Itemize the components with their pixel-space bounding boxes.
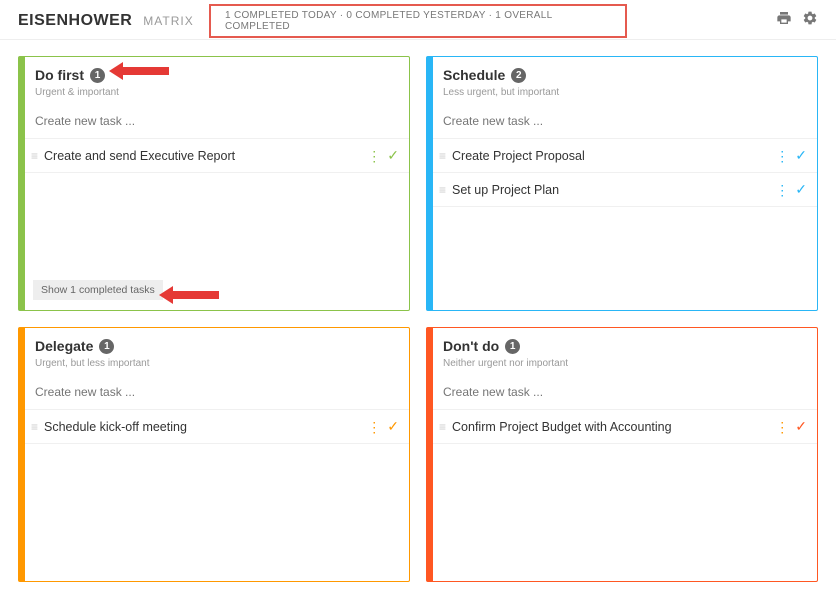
task-count-badge: 1	[505, 339, 520, 354]
task-text: Confirm Project Budget with Accounting	[452, 420, 767, 434]
drag-handle-icon[interactable]: ≡	[439, 149, 444, 163]
task-text: Set up Project Plan	[452, 183, 767, 197]
task-list: ≡ Create and send Executive Report ⋮ ✓	[19, 138, 409, 173]
brand-strong: EISENHOWER	[18, 12, 132, 29]
app-header: EISENHOWER MATRIX 1 COMPLETED TODAY · 0 …	[0, 0, 836, 40]
header-actions	[776, 10, 818, 31]
task-menu-icon[interactable]: ⋮	[775, 183, 789, 197]
annotation-arrow-icon	[159, 286, 219, 304]
task-menu-icon[interactable]: ⋮	[367, 149, 381, 163]
task-row[interactable]: ≡ Confirm Project Budget with Accounting…	[427, 409, 817, 444]
quadrant-header: Do first 1 Urgent & important	[19, 57, 409, 104]
quadrant-title: Delegate 1	[35, 338, 114, 354]
task-complete-icon[interactable]: ✓	[795, 418, 807, 435]
task-row[interactable]: ≡ Set up Project Plan ⋮ ✓	[427, 172, 817, 207]
quadrant-header: Schedule 2 Less urgent, but important	[427, 57, 817, 104]
quadrant-title: Don't do 1	[443, 338, 520, 354]
new-task-input[interactable]	[427, 104, 817, 138]
task-list: ≡ Create Project Proposal ⋮ ✓ ≡ Set up P…	[427, 138, 817, 207]
quadrant-schedule: Schedule 2 Less urgent, but important ≡ …	[426, 56, 818, 311]
show-completed-button[interactable]: Show 1 completed tasks	[33, 280, 163, 300]
quadrant-header: Don't do 1 Neither urgent nor important	[427, 328, 817, 375]
matrix-grid: Do first 1 Urgent & important ≡ Create a…	[0, 40, 836, 598]
task-actions: ⋮ ✓	[775, 147, 807, 164]
task-actions: ⋮ ✓	[775, 418, 807, 435]
quadrant-do-first: Do first 1 Urgent & important ≡ Create a…	[18, 56, 410, 311]
task-list: ≡ Schedule kick-off meeting ⋮ ✓	[19, 409, 409, 444]
quadrant-subtitle: Less urgent, but important	[443, 87, 803, 98]
drag-handle-icon[interactable]: ≡	[31, 420, 36, 434]
annotation-arrow-icon	[109, 62, 169, 80]
task-row[interactable]: ≡ Schedule kick-off meeting ⋮ ✓	[19, 409, 409, 444]
task-complete-icon[interactable]: ✓	[387, 147, 399, 164]
task-text: Schedule kick-off meeting	[44, 420, 359, 434]
task-menu-icon[interactable]: ⋮	[775, 149, 789, 163]
quadrant-title-text: Don't do	[443, 338, 499, 354]
task-text: Create and send Executive Report	[44, 149, 359, 163]
task-count-badge: 1	[99, 339, 114, 354]
drag-handle-icon[interactable]: ≡	[439, 183, 444, 197]
completion-stats: 1 COMPLETED TODAY · 0 COMPLETED YESTERDA…	[209, 4, 627, 38]
quadrant-subtitle: Neither urgent nor important	[443, 358, 803, 369]
drag-handle-icon[interactable]: ≡	[439, 420, 444, 434]
quadrant-title-text: Delegate	[35, 338, 93, 354]
task-actions: ⋮ ✓	[367, 418, 399, 435]
print-icon[interactable]	[776, 10, 792, 31]
task-text: Create Project Proposal	[452, 149, 767, 163]
settings-icon[interactable]	[802, 10, 818, 31]
new-task-input[interactable]	[427, 375, 817, 409]
new-task-input[interactable]	[19, 104, 409, 138]
quadrant-title-text: Do first	[35, 67, 84, 83]
brand-sub: MATRIX	[143, 14, 193, 28]
quadrant-header: Delegate 1 Urgent, but less important	[19, 328, 409, 375]
new-task-input[interactable]	[19, 375, 409, 409]
quadrant-subtitle: Urgent, but less important	[35, 358, 395, 369]
task-actions: ⋮ ✓	[775, 181, 807, 198]
task-row[interactable]: ≡ Create Project Proposal ⋮ ✓	[427, 138, 817, 172]
quadrant-title-text: Schedule	[443, 67, 505, 83]
task-actions: ⋮ ✓	[367, 147, 399, 164]
drag-handle-icon[interactable]: ≡	[31, 149, 36, 163]
task-menu-icon[interactable]: ⋮	[367, 420, 381, 434]
task-count-badge: 1	[90, 68, 105, 83]
task-row[interactable]: ≡ Create and send Executive Report ⋮ ✓	[19, 138, 409, 173]
app-logo: EISENHOWER MATRIX	[18, 12, 194, 30]
task-count-badge: 2	[511, 68, 526, 83]
quadrant-dont-do: Don't do 1 Neither urgent nor important …	[426, 327, 818, 582]
task-complete-icon[interactable]: ✓	[795, 147, 807, 164]
quadrant-subtitle: Urgent & important	[35, 87, 395, 98]
task-complete-icon[interactable]: ✓	[387, 418, 399, 435]
task-list: ≡ Confirm Project Budget with Accounting…	[427, 409, 817, 444]
quadrant-title: Schedule 2	[443, 67, 526, 83]
quadrant-title: Do first 1	[35, 67, 105, 83]
task-complete-icon[interactable]: ✓	[795, 181, 807, 198]
task-menu-icon[interactable]: ⋮	[775, 420, 789, 434]
quadrant-delegate: Delegate 1 Urgent, but less important ≡ …	[18, 327, 410, 582]
